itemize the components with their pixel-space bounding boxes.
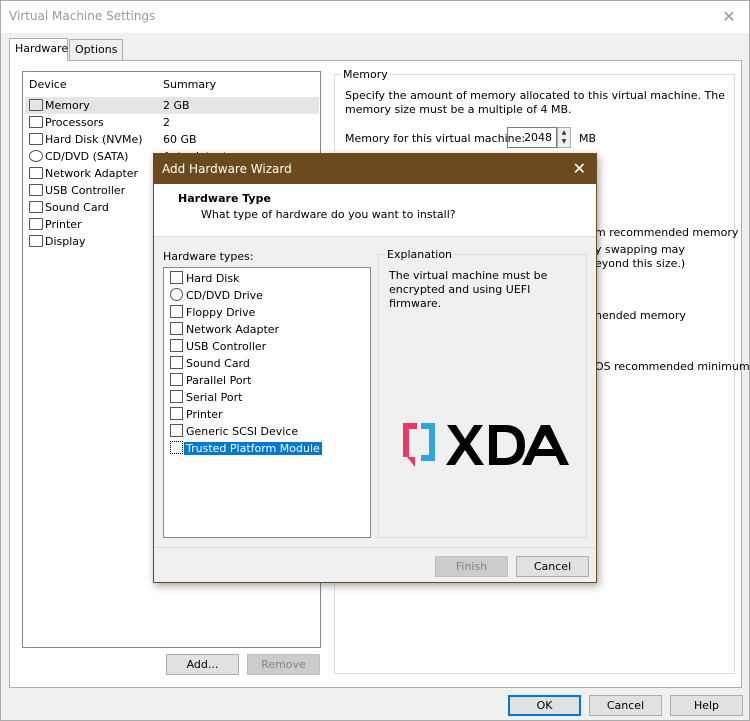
remove-device-button[interactable]: Remove bbox=[247, 654, 320, 675]
finish-button[interactable]: Finish bbox=[435, 556, 508, 577]
hardware-type-label: Hard Disk bbox=[186, 272, 240, 285]
window-close-icon[interactable]: ✕ bbox=[717, 5, 741, 29]
wizard-close-icon[interactable]: ✕ bbox=[573, 159, 586, 178]
hardware-type-label: Generic SCSI Device bbox=[186, 425, 299, 438]
help-button[interactable]: Help bbox=[670, 695, 743, 716]
sound-card-icon bbox=[170, 356, 183, 369]
memory-spinner[interactable]: ▲ ▼ bbox=[557, 127, 571, 148]
hardware-type-label: Sound Card bbox=[186, 357, 250, 370]
memory-description: Specify the amount of memory allocated t… bbox=[345, 89, 725, 116]
memory-field-label: Memory for this virtual machine: bbox=[345, 132, 526, 145]
wizard-footer: Finish Cancel bbox=[154, 547, 596, 582]
wizard-heading: Hardware Type bbox=[178, 192, 271, 205]
device-summary: 2 GB bbox=[163, 99, 190, 112]
display-icon bbox=[29, 235, 43, 247]
wizard-cancel-button[interactable]: Cancel bbox=[516, 556, 589, 577]
hardware-type-label: Floppy Drive bbox=[186, 306, 256, 319]
device-name: Display bbox=[45, 235, 86, 248]
memory-unit: MB bbox=[579, 132, 597, 145]
device-name: Memory bbox=[45, 99, 90, 112]
add-hardware-wizard: Add Hardware Wizard ✕ Hardware Type What… bbox=[153, 153, 597, 583]
xda-logo-icon bbox=[403, 423, 569, 467]
window-titlebar: Virtual Machine Settings ✕ bbox=[1, 1, 749, 33]
device-row-hard-disk[interactable]: Hard Disk (NVMe) 60 GB bbox=[25, 131, 319, 148]
processor-icon bbox=[29, 116, 43, 128]
hardware-type-label: Network Adapter bbox=[186, 323, 280, 336]
wizard-subheading: What type of hardware do you want to ins… bbox=[201, 208, 456, 221]
memory-input[interactable]: 2048 bbox=[507, 127, 557, 148]
hard-disk-icon bbox=[170, 271, 183, 284]
printer-icon bbox=[170, 407, 183, 420]
device-name: Network Adapter bbox=[45, 167, 139, 180]
network-adapter-icon bbox=[29, 167, 43, 179]
device-column-header[interactable]: Device bbox=[29, 78, 67, 91]
summary-column-header[interactable]: Summary bbox=[163, 78, 216, 91]
hardware-type-label: CD/DVD Drive bbox=[186, 289, 263, 302]
device-name: Hard Disk (NVMe) bbox=[45, 133, 143, 146]
memory-icon bbox=[29, 99, 43, 111]
wizard-title: Add Hardware Wizard bbox=[162, 162, 292, 176]
memory-note: y swapping may bbox=[595, 243, 685, 256]
device-name: USB Controller bbox=[45, 184, 126, 197]
network-adapter-icon bbox=[170, 322, 183, 335]
hardware-types-list[interactable]: Hard Disk CD/DVD Drive Floppy Drive Netw… bbox=[163, 267, 371, 538]
hardware-type-label: USB Controller bbox=[186, 340, 267, 353]
device-summary: 2 bbox=[163, 116, 170, 129]
explanation-group: Explanation The virtual machine must be … bbox=[378, 248, 587, 538]
explanation-legend: Explanation bbox=[385, 248, 455, 261]
scsi-device-icon bbox=[170, 424, 183, 437]
serial-port-icon bbox=[170, 390, 183, 403]
hardware-type-label: Printer bbox=[186, 408, 223, 421]
memory-note: nended memory bbox=[595, 309, 686, 322]
cd-dvd-icon bbox=[170, 288, 183, 301]
cd-dvd-icon bbox=[29, 150, 43, 162]
explanation-text: The virtual machine must be encrypted an… bbox=[389, 269, 548, 310]
printer-icon bbox=[29, 218, 43, 230]
hard-disk-icon bbox=[29, 133, 43, 145]
window-title: Virtual Machine Settings bbox=[9, 9, 156, 23]
hardware-type-label: Serial Port bbox=[186, 391, 243, 404]
memory-group-legend: Memory bbox=[341, 68, 390, 81]
memory-note: eyond this size.) bbox=[595, 257, 686, 270]
spin-down-icon[interactable]: ▼ bbox=[558, 137, 570, 146]
add-device-button[interactable]: Add... bbox=[166, 654, 239, 675]
floppy-icon bbox=[170, 305, 183, 318]
device-row-memory[interactable]: Memory 2 GB bbox=[25, 97, 319, 114]
parallel-port-icon bbox=[170, 373, 183, 386]
device-row-processors[interactable]: Processors 2 bbox=[25, 114, 319, 131]
usb-controller-icon bbox=[170, 339, 183, 352]
device-name: Printer bbox=[45, 218, 82, 231]
device-list-header: Device Summary bbox=[23, 72, 320, 96]
sound-card-icon bbox=[29, 201, 43, 213]
hardware-types-label: Hardware types: bbox=[163, 250, 254, 263]
ok-button[interactable]: OK bbox=[508, 695, 581, 716]
memory-note: m recommended memory bbox=[595, 226, 739, 239]
usb-controller-icon bbox=[29, 184, 43, 196]
tab-hardware[interactable]: Hardware bbox=[9, 38, 68, 61]
memory-note: OS recommended minimum bbox=[595, 360, 750, 373]
wizard-header: Hardware Type What type of hardware do y… bbox=[154, 184, 596, 237]
device-name: CD/DVD (SATA) bbox=[45, 150, 129, 163]
tab-options[interactable]: Options bbox=[69, 39, 123, 60]
device-name: Sound Card bbox=[45, 201, 109, 214]
hardware-type-label: Parallel Port bbox=[186, 374, 252, 387]
hardware-type-label: Trusted Platform Module bbox=[184, 442, 322, 455]
wizard-titlebar: Add Hardware Wizard ✕ bbox=[154, 154, 596, 184]
device-summary: 60 GB bbox=[163, 133, 197, 146]
tpm-icon bbox=[170, 441, 183, 454]
cancel-button[interactable]: Cancel bbox=[589, 695, 662, 716]
device-name: Processors bbox=[45, 116, 104, 129]
spin-up-icon[interactable]: ▲ bbox=[558, 128, 570, 137]
